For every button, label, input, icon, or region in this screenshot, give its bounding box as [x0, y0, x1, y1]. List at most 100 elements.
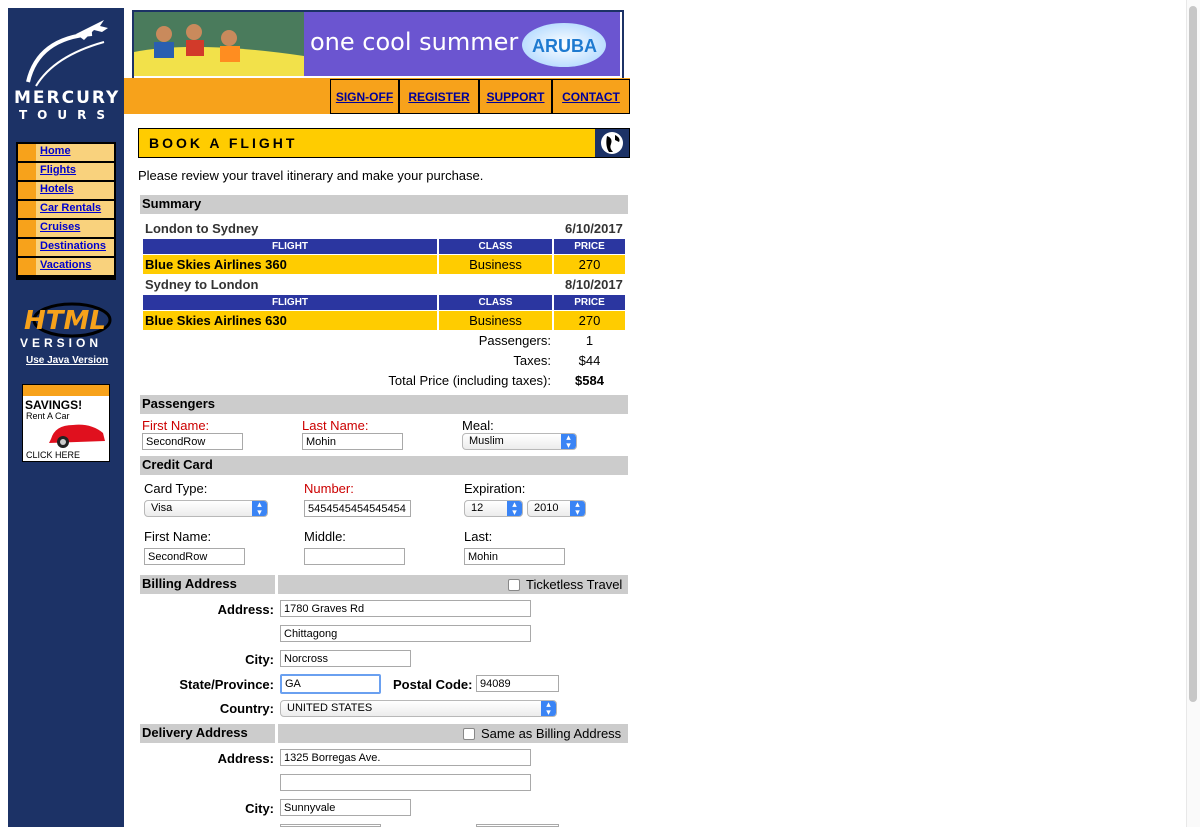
nav-item-destinations[interactable]: Destinations [18, 239, 114, 256]
billing-address1-input[interactable]: 1780 Graves Rd [280, 600, 531, 617]
card-first-name-input[interactable]: SecondRow [144, 548, 245, 565]
card-last-name-input[interactable]: Mohin [464, 548, 565, 565]
leg2-col-price: PRICE [554, 295, 625, 310]
passengers-heading: Passengers [142, 396, 215, 411]
aruba-brand: ARUBA [532, 36, 597, 56]
leg2-col-flight: FLIGHT [143, 295, 437, 310]
nav-item-hotels[interactable]: Hotels [18, 182, 114, 199]
same-as-billing-label: Same as Billing Address [481, 726, 622, 741]
nav-item-car-rentals[interactable]: Car Rentals [18, 201, 114, 218]
red-car-icon [49, 424, 105, 448]
click-here-label: CLICK HERE [26, 450, 81, 460]
card-type-value: Visa [151, 502, 173, 514]
billing-address-label: Address: [217, 602, 274, 617]
passenger-last-name-input[interactable]: Mohin [302, 433, 403, 450]
leg2-class: Business [439, 311, 552, 330]
card-middle-name-label: Middle: [304, 529, 346, 544]
nav-link-vacations[interactable]: Vacations [40, 259, 91, 271]
card-number-label: Number: [304, 481, 354, 496]
meal-select[interactable]: Muslim ▴ ▾ [462, 433, 577, 450]
delivery-address-label: Address: [217, 751, 274, 766]
leg2-date: 8/10/2017 [565, 277, 623, 292]
html-label: HTML [24, 306, 106, 336]
delivery-address2-input[interactable] [280, 774, 531, 791]
intro-text: Please review your travel itinerary and … [138, 168, 484, 183]
register-link[interactable]: REGISTER [399, 79, 479, 114]
nav-link-car-rentals[interactable]: Car Rentals [40, 202, 101, 214]
card-middle-name-input[interactable] [304, 548, 405, 565]
passengers-section-header: Passengers [140, 395, 628, 414]
updown-chevron-icon: ▴ ▾ [507, 501, 522, 516]
savings-ad[interactable]: SAVINGS! Rent A Car CLICK HERE [22, 384, 110, 462]
nav-link-flights[interactable]: Flights [40, 164, 76, 176]
logo-text-tours: TOURS [18, 108, 115, 122]
card-number-input[interactable]: 5454545454545454 [304, 500, 411, 517]
card-type-select[interactable]: Visa ▴ ▾ [144, 500, 268, 517]
nav-link-hotels[interactable]: Hotels [40, 183, 74, 195]
card-first-name-label: First Name: [144, 529, 212, 544]
billing-city-label: City: [245, 652, 274, 667]
billing-address2-input[interactable]: Chittagong [280, 625, 531, 642]
summary-heading: Summary [142, 196, 202, 211]
mercury-tours-logo[interactable]: MERCURY TOURS [14, 16, 120, 126]
expiration-month-select[interactable]: 12 ▴ ▾ [464, 500, 523, 517]
aruba-banner[interactable]: one cool summer ARUBA [132, 10, 624, 80]
meal-label: Meal: [462, 418, 494, 433]
card-last-name-label: Last: [464, 529, 493, 544]
expiration-label: Expiration: [464, 481, 526, 496]
use-java-version-link[interactable]: Use Java Version [26, 355, 108, 366]
logo-text-mercury: MERCURY [14, 88, 121, 108]
expiration-month-value: 12 [471, 502, 484, 514]
same-as-billing-checkbox[interactable] [463, 728, 475, 740]
leg1-route: London to Sydney [145, 221, 259, 236]
leg2-col-class: CLASS [439, 295, 552, 310]
billing-state-label: State/Province: [179, 677, 274, 692]
leg2-route: Sydney to London [145, 277, 259, 292]
globe-icon [601, 132, 623, 154]
billing-postal-label: Postal Code: [393, 677, 473, 692]
leg1-col-price: PRICE [554, 239, 625, 254]
nav-link-home[interactable]: Home [40, 145, 71, 157]
html-version-badge: HTML VERSION Use Java Version [18, 298, 114, 368]
ticketless-label: Ticketless Travel [526, 577, 623, 592]
billing-country-select[interactable]: UNITED STATES ▴ ▾ [280, 700, 557, 717]
nav-link-cruises[interactable]: Cruises [40, 221, 80, 233]
scrollbar-thumb[interactable] [1189, 6, 1197, 702]
total-price-value: $584 [575, 373, 604, 388]
passengers-count-value: 1 [585, 333, 594, 348]
billing-state-input[interactable]: GA [280, 674, 381, 694]
ticketless-checkbox[interactable] [508, 579, 520, 591]
credit-card-heading: Credit Card [142, 457, 213, 472]
nav-item-flights[interactable]: Flights [18, 163, 114, 180]
leg1-col-flight: FLIGHT [143, 239, 437, 254]
updown-chevron-icon: ▴ ▾ [252, 501, 267, 516]
delivery-city-label: City: [245, 801, 274, 816]
contact-link[interactable]: CONTACT [552, 79, 630, 114]
passenger-first-name-label: First Name: [142, 418, 210, 433]
updown-chevron-icon: ▴ ▾ [541, 701, 556, 716]
passenger-first-name-input[interactable]: SecondRow [142, 433, 243, 450]
leg1-date: 6/10/2017 [565, 221, 623, 236]
passenger-last-name-label: Last Name: [302, 418, 369, 433]
nav-item-vacations[interactable]: Vacations [18, 258, 114, 275]
passengers-count-label: Passengers: [478, 333, 551, 348]
updown-chevron-icon: ▴ ▾ [561, 434, 576, 449]
billing-postal-input[interactable]: 94089 [476, 675, 559, 692]
taxes-value: $44 [578, 353, 601, 368]
same-as-billing-bar: Same as Billing Address [278, 724, 628, 743]
billing-section-header: Billing Address [140, 575, 275, 594]
expiration-year-select[interactable]: 2010 ▴ ▾ [527, 500, 586, 517]
nav-item-home[interactable]: Home [18, 144, 114, 161]
sign-off-link[interactable]: SIGN-OFF [330, 79, 399, 114]
nav-item-cruises[interactable]: Cruises [18, 220, 114, 237]
leg1-price: 270 [554, 255, 625, 274]
delivery-address1-input[interactable]: 1325 Borregas Ave. [280, 749, 531, 766]
leg1-class: Business [439, 255, 552, 274]
support-link[interactable]: SUPPORT [479, 79, 552, 114]
credit-card-section-header: Credit Card [140, 456, 628, 475]
delivery-city-input[interactable]: Sunnyvale [280, 799, 411, 816]
nav-link-destinations[interactable]: Destinations [40, 240, 106, 252]
leg1-flight: Blue Skies Airlines 360 [143, 255, 437, 274]
billing-city-input[interactable]: Norcross [280, 650, 411, 667]
card-type-label: Card Type: [144, 481, 208, 496]
